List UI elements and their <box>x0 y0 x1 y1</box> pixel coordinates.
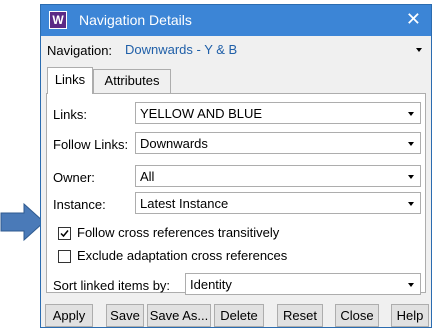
chevron-down-icon <box>408 175 414 179</box>
links-tab-panel: Links: YELLOW AND BLUE Follow Links: Dow… <box>46 93 426 295</box>
follow-links-value: Downwards <box>140 136 208 151</box>
owner-label: Owner: <box>53 170 95 185</box>
follow-links-label: Follow Links: <box>53 137 129 152</box>
links-value: YELLOW AND BLUE <box>140 106 263 121</box>
follow-cross-references-checkbox[interactable] <box>58 227 71 240</box>
close-button[interactable]: Close <box>335 304 379 327</box>
instance-label: Instance: <box>53 197 106 212</box>
checkmark-icon <box>60 230 69 238</box>
app-icon: W <box>49 11 67 29</box>
reset-button[interactable]: Reset <box>277 304 323 327</box>
navigation-details-dialog: W Navigation Details ✕ Navigation: Downw… <box>40 4 432 328</box>
sort-by-label: Sort linked items by: <box>53 278 171 293</box>
follow-links-select[interactable]: Downwards <box>135 132 421 154</box>
close-icon[interactable]: ✕ <box>406 9 421 30</box>
sort-by-select[interactable]: Identity <box>185 273 421 295</box>
navigation-select[interactable]: Downwards - Y & B <box>121 39 428 61</box>
links-select[interactable]: YELLOW AND BLUE <box>135 102 421 124</box>
save-as-button[interactable]: Save As... <box>147 304 211 327</box>
owner-value: All <box>140 169 155 184</box>
chevron-down-icon <box>408 112 414 116</box>
save-button[interactable]: Save <box>106 304 144 327</box>
navigation-label: Navigation: <box>47 43 113 58</box>
chevron-down-icon <box>408 202 414 206</box>
links-label: Links: <box>53 107 87 122</box>
follow-cross-references-label[interactable]: Follow cross references transitively <box>77 225 279 240</box>
exclude-adaptation-checkbox[interactable] <box>58 250 71 263</box>
sort-by-value: Identity <box>190 277 232 292</box>
exclude-adaptation-label[interactable]: Exclude adaptation cross references <box>77 248 287 263</box>
title-bar: W Navigation Details ✕ <box>41 5 431 36</box>
tab-attributes[interactable]: Attributes <box>93 69 171 94</box>
chevron-down-icon <box>408 283 414 287</box>
chevron-down-icon <box>408 142 414 146</box>
instance-value: Latest Instance <box>140 196 229 211</box>
navigation-value: Downwards - Y & B <box>125 42 238 57</box>
help-button[interactable]: Help <box>391 304 429 327</box>
instance-select[interactable]: Latest Instance <box>135 192 421 214</box>
tab-links[interactable]: Links <box>47 67 93 94</box>
apply-button[interactable]: Apply <box>45 304 93 327</box>
delete-button[interactable]: Delete <box>214 304 264 327</box>
owner-select[interactable]: All <box>135 165 421 187</box>
chevron-down-icon <box>416 48 422 52</box>
window-title: Navigation Details <box>79 12 192 28</box>
